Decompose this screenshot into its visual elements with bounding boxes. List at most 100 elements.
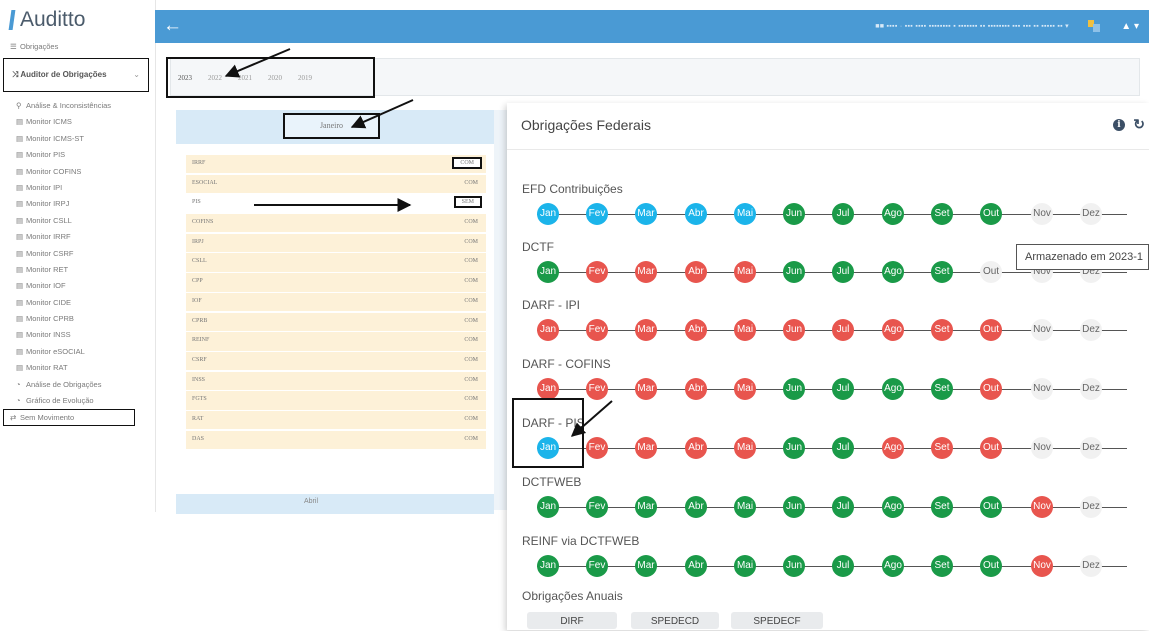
month-status-abr[interactable]: Abr — [685, 496, 707, 518]
sidebar-item[interactable]: ◔ Gráfico de Evolução — [0, 393, 155, 409]
month-status-jan[interactable]: Jan — [537, 319, 559, 341]
sidebar-item[interactable]: ▤ Monitor PIS — [0, 147, 155, 163]
month-status-jul[interactable]: Jul — [832, 261, 854, 283]
user-company-selector[interactable]: ■■ ▪▪▪▪ · ▪▪▪ ▪▪▪▪ ▪▪▪▪▪▪▪▪ ▪ ▪▪▪▪▪▪▪ ▪▪… — [875, 22, 1069, 30]
month-status-mar[interactable]: Mar — [635, 261, 657, 283]
obligation-row[interactable]: COFINS COM — [186, 214, 486, 233]
month-status-nov[interactable]: Nov — [1031, 437, 1053, 459]
month-status-mar[interactable]: Mar — [635, 555, 657, 577]
month-status-jan[interactable]: Jan — [537, 203, 559, 225]
month-status-jun[interactable]: Jun — [783, 203, 805, 225]
month-status-abr[interactable]: Abr — [685, 555, 707, 577]
month-status-jan[interactable]: Jan — [537, 261, 559, 283]
month-status-fev[interactable]: Fev — [586, 203, 608, 225]
month-status-out[interactable]: Out — [980, 261, 1002, 283]
year-tab[interactable]: 2023 — [178, 74, 192, 82]
month-status-abr[interactable]: Abr — [685, 437, 707, 459]
month-status-jun[interactable]: Jun — [783, 319, 805, 341]
month-status-out[interactable]: Out — [980, 437, 1002, 459]
month-status-mar[interactable]: Mar — [635, 496, 657, 518]
month-status-ago[interactable]: Ago — [882, 496, 904, 518]
month-status-set[interactable]: Set — [931, 378, 953, 400]
obligation-row[interactable]: PIS SEM — [186, 194, 486, 213]
sidebar-item[interactable]: ▤ Monitor IPI — [0, 180, 155, 196]
obligation-row[interactable]: IOF COM — [186, 292, 486, 312]
month-status-mai[interactable]: Mai — [734, 437, 756, 459]
month-status-nov[interactable]: Nov — [1031, 555, 1053, 577]
month-status-dez[interactable]: Dez — [1080, 555, 1102, 577]
month-status-dez[interactable]: Dez — [1080, 378, 1102, 400]
month-status-set[interactable]: Set — [931, 555, 953, 577]
sidebar-item[interactable]: ⇄ Sem Movimento — [3, 409, 135, 426]
annual-obligation-button[interactable]: SPEDECF — [731, 612, 823, 629]
annual-obligation-button[interactable]: DIRF — [527, 612, 617, 629]
sidebar-item[interactable]: ▤ Monitor COFINS — [0, 164, 155, 180]
month-status-set[interactable]: Set — [931, 437, 953, 459]
month-status-fev[interactable]: Fev — [586, 378, 608, 400]
obligation-row[interactable]: CSLL COM — [186, 253, 486, 272]
obligation-row[interactable]: IRRF COM — [186, 155, 486, 174]
month-status-nov[interactable]: Nov — [1031, 378, 1053, 400]
month-status-jul[interactable]: Jul — [832, 437, 854, 459]
sidebar-item[interactable]: ▤ Monitor INSS — [0, 327, 155, 343]
month-status-fev[interactable]: Fev — [586, 496, 608, 518]
month-status-jun[interactable]: Jun — [783, 555, 805, 577]
month-status-jul[interactable]: Jul — [832, 319, 854, 341]
month-status-mai[interactable]: Mai — [734, 319, 756, 341]
obligation-row[interactable]: DAS COM — [186, 430, 486, 450]
month-status-out[interactable]: Out — [980, 319, 1002, 341]
annual-obligation-button[interactable]: SPEDECD — [631, 612, 719, 629]
obligation-row[interactable]: CPRB COM — [186, 312, 486, 331]
year-tab[interactable]: 2020 — [268, 74, 282, 82]
month-status-jul[interactable]: Jul — [832, 496, 854, 518]
month-status-fev[interactable]: Fev — [586, 261, 608, 283]
sidebar-item[interactable]: ▤ Monitor CSLL — [0, 213, 155, 229]
month-title[interactable]: Janeiro — [283, 113, 380, 139]
obligation-row[interactable]: ESOCIAL COM — [186, 174, 486, 194]
month-status-ago[interactable]: Ago — [882, 203, 904, 225]
month-status-abr[interactable]: Abr — [685, 203, 707, 225]
sidebar-item[interactable]: ⚲ Análise & Inconsistências — [0, 98, 155, 114]
sidebar-item[interactable]: ▤ Monitor RAT — [0, 360, 155, 376]
sidebar-item[interactable]: ▤ Monitor IRPJ — [0, 196, 155, 212]
month-status-jan[interactable]: Jan — [537, 378, 559, 400]
year-tab[interactable]: 2019 — [298, 74, 312, 82]
month-status-jan[interactable]: Jan — [537, 555, 559, 577]
month-status-mai[interactable]: Mai — [734, 496, 756, 518]
month-status-mai[interactable]: Mai — [734, 555, 756, 577]
month-status-jun[interactable]: Jun — [783, 378, 805, 400]
app-logo[interactable]: Auditto — [0, 0, 155, 40]
month-status-mai[interactable]: Mai — [734, 203, 756, 225]
sidebar-item[interactable]: ▤ Monitor CPRB — [0, 311, 155, 327]
sidebar-item[interactable]: ▤ Monitor RET — [0, 262, 155, 278]
year-tab[interactable]: 2021 — [238, 74, 252, 82]
month-status-nov[interactable]: Nov — [1031, 496, 1053, 518]
month-status-fev[interactable]: Fev — [586, 555, 608, 577]
sidebar-group-auditor[interactable]: ⤨ Auditor de Obrigações ⌄ — [3, 58, 149, 92]
month-status-dez[interactable]: Dez — [1080, 496, 1102, 518]
month-status-mai[interactable]: Mai — [734, 261, 756, 283]
obligation-row[interactable]: RAT COM — [186, 410, 486, 430]
sidebar-item[interactable]: ▤ Monitor IRRF — [0, 229, 155, 245]
obligation-row[interactable]: FGTS COM — [186, 391, 486, 410]
month-status-jul[interactable]: Jul — [832, 378, 854, 400]
month-status-set[interactable]: Set — [931, 319, 953, 341]
month-status-mar[interactable]: Mar — [635, 203, 657, 225]
month-status-mar[interactable]: Mar — [635, 378, 657, 400]
month-status-abr[interactable]: Abr — [685, 378, 707, 400]
month-status-set[interactable]: Set — [931, 496, 953, 518]
month-status-out[interactable]: Out — [980, 555, 1002, 577]
sidebar-item[interactable]: ▤ Monitor CSRF — [0, 246, 155, 262]
year-tab[interactable]: 2022 — [208, 74, 222, 82]
month-status-dez[interactable]: Dez — [1080, 203, 1102, 225]
month-status-out[interactable]: Out — [980, 496, 1002, 518]
sidebar-item[interactable]: ▤ Monitor CIDE — [0, 295, 155, 311]
month-status-jun[interactable]: Jun — [783, 496, 805, 518]
month-status-ago[interactable]: Ago — [882, 437, 904, 459]
month-status-fev[interactable]: Fev — [586, 437, 608, 459]
obligation-row[interactable]: INSS COM — [186, 371, 486, 390]
month-status-dez[interactable]: Dez — [1080, 437, 1102, 459]
obligation-row[interactable]: CPP COM — [186, 273, 486, 292]
month-status-ago[interactable]: Ago — [882, 261, 904, 283]
sidebar-item[interactable]: ◔ Análise de Obrigações — [0, 377, 155, 393]
